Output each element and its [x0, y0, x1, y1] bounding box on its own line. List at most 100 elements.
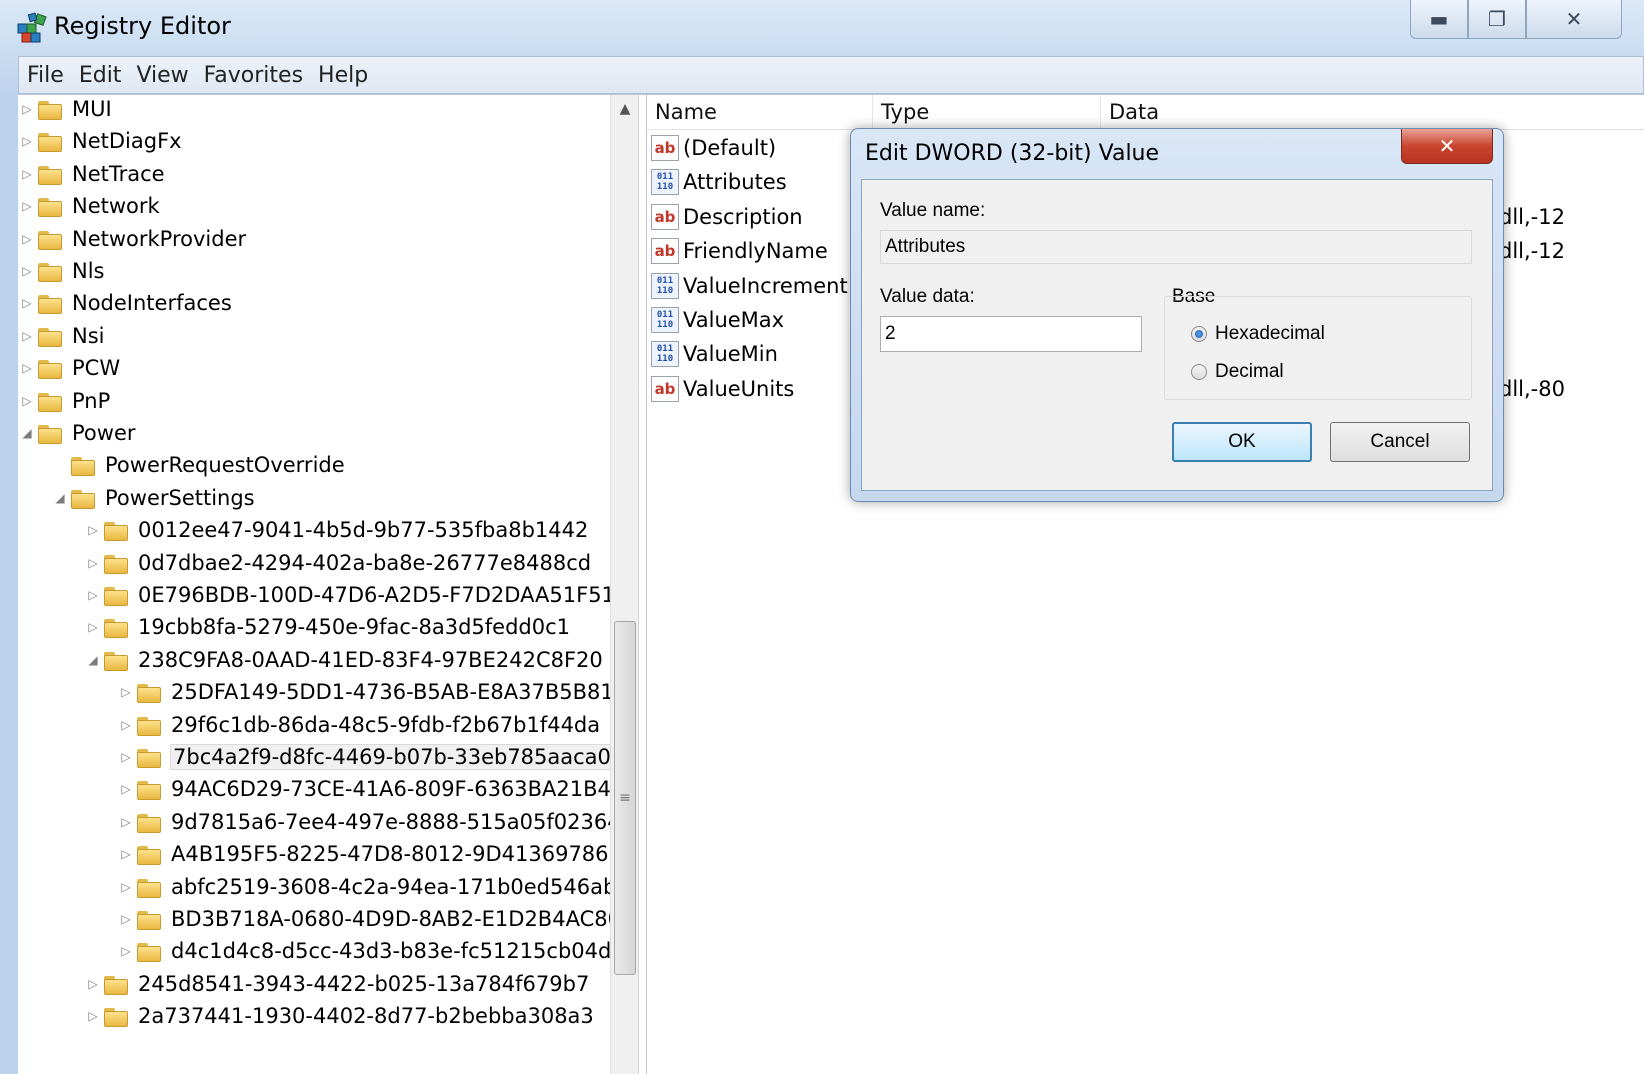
expand-arrow-icon[interactable]: ▷: [20, 232, 34, 246]
expand-arrow-icon[interactable]: ▷: [86, 977, 100, 991]
value-data-input[interactable]: 2: [880, 316, 1142, 352]
maximize-button[interactable]: ❐: [1468, 0, 1526, 39]
tree-item[interactable]: ◢ 238C9FA8-0AAD-41ED-83F4-97BE242C8F20: [86, 643, 602, 677]
tree-item[interactable]: PowerRequestOverride: [53, 448, 345, 482]
column-header-name[interactable]: Name: [647, 95, 873, 129]
tree-item-label: PCW: [72, 356, 121, 381]
tree-item[interactable]: ▷ 0d7dbae2-4294-402a-ba8e-26777e8488cd: [86, 546, 591, 580]
tree-item[interactable]: ▷ abfc2519-3608-4c2a-94ea-171b0ed546ab: [119, 870, 616, 904]
menu-edit[interactable]: Edit: [72, 63, 129, 88]
tree-item[interactable]: ◢ Power: [20, 416, 135, 450]
radio-hexadecimal[interactable]: Hexadecimal: [1191, 323, 1325, 345]
value-row[interactable]: ab (Default): [651, 131, 776, 165]
menu-file[interactable]: File: [20, 63, 71, 88]
expand-arrow-icon[interactable]: ▷: [119, 815, 133, 829]
expand-arrow-icon[interactable]: ▷: [20, 199, 34, 213]
expand-arrow-icon[interactable]: ▷: [20, 264, 34, 278]
tree-item-label: 0012ee47-9041-4b5d-9b77-535fba8b1442: [138, 518, 589, 543]
expand-arrow-icon[interactable]: ▷: [20, 394, 34, 408]
value-row[interactable]: ab Description: [651, 200, 803, 234]
tree-item[interactable]: ▷ 25DFA149-5DD1-4736-B5AB-E8A37B5B81: [119, 675, 613, 709]
cancel-button[interactable]: Cancel: [1330, 422, 1470, 462]
tree-item[interactable]: ▷ 29f6c1db-86da-48c5-9fdb-f2b67b1f44da: [119, 708, 600, 742]
expand-arrow-icon[interactable]: ▷: [119, 912, 133, 926]
menu-favorites[interactable]: Favorites: [197, 63, 310, 88]
expand-arrow-icon[interactable]: ▷: [20, 361, 34, 375]
tree-item[interactable]: ▷ 0E796BDB-100D-47D6-A2D5-F7D2DAA51F51: [86, 578, 615, 612]
tree-item[interactable]: ▷ MUI: [20, 95, 111, 126]
expand-arrow-icon[interactable]: ▷: [86, 556, 100, 570]
tree-item[interactable]: ◢ PowerSettings: [53, 481, 255, 515]
value-row[interactable]: ab ValueUnits: [651, 372, 794, 406]
collapse-arrow-icon[interactable]: ◢: [86, 653, 100, 667]
expand-arrow-icon[interactable]: ▷: [86, 1009, 100, 1023]
menu-help[interactable]: Help: [311, 63, 375, 88]
folder-icon: [137, 778, 161, 801]
menu-view[interactable]: View: [129, 63, 195, 88]
tree-item-label: 19cbb8fa-5279-450e-9fac-8a3d5fedd0c1: [138, 615, 570, 640]
expand-arrow-icon[interactable]: ▷: [20, 134, 34, 148]
tree-item-label: Nls: [72, 259, 105, 283]
tree-item[interactable]: ▷ 245d8541-3943-4422-b025-13a784f679b7: [86, 967, 589, 1001]
close-button[interactable]: ✕: [1526, 0, 1622, 39]
tree-item[interactable]: ▷ 2a737441-1930-4402-8d77-b2bebba308a3: [86, 999, 593, 1033]
tree-item[interactable]: ▷ PCW: [20, 351, 120, 385]
tree-item[interactable]: ▷ Nsi: [20, 319, 104, 353]
tree-item[interactable]: ▷ Nls: [20, 254, 104, 288]
radio-hexadecimal-label: Hexadecimal: [1215, 323, 1325, 344]
expand-arrow-icon[interactable]: ▷: [119, 718, 133, 732]
grip-icon: ≡: [619, 790, 631, 806]
folder-icon: [38, 325, 62, 347]
tree-item[interactable]: ▷ d4c1d4c8-d5cc-43d3-b83e-fc51215cb04d: [119, 934, 611, 968]
dialog-close-button[interactable]: ✕: [1401, 129, 1493, 164]
value-name: ValueUnits: [683, 376, 795, 401]
folder-icon: [104, 552, 128, 574]
folder-icon: [137, 876, 161, 898]
tree-item[interactable]: ▷ A4B195F5-8225-47D8-8012-9D41369786E: [119, 837, 621, 871]
tree-item[interactable]: ▷ Network: [20, 189, 159, 223]
tree-item[interactable]: ▷ PnP: [20, 384, 110, 418]
expand-arrow-icon[interactable]: ▷: [86, 588, 100, 602]
value-row[interactable]: ab FriendlyName: [651, 234, 828, 268]
tree-item[interactable]: ▷ 19cbb8fa-5279-450e-9fac-8a3d5fedd0c1: [86, 610, 570, 644]
dialog-title: Edit DWORD (32-bit) Value: [865, 141, 1160, 166]
tree-item[interactable]: ▷ NetworkProvider: [20, 222, 246, 256]
expand-arrow-icon[interactable]: ▷: [119, 750, 133, 764]
expand-arrow-icon[interactable]: ▷: [86, 523, 100, 537]
collapse-arrow-icon[interactable]: ◢: [20, 426, 34, 440]
tree-item-label: PowerSettings: [105, 485, 255, 510]
collapse-arrow-icon[interactable]: ◢: [53, 491, 67, 505]
tree-vertical-scrollbar[interactable]: ▲ ≡: [610, 95, 638, 1074]
tree-item[interactable]: ▷ BD3B718A-0680-4D9D-8AB2-E1D2B4AC80: [119, 902, 621, 936]
value-row[interactable]: 011 110 Attributes: [651, 165, 787, 199]
tree-item[interactable]: ▷ NetTrace: [20, 157, 164, 191]
expand-arrow-icon[interactable]: ▷: [119, 880, 133, 894]
title-bar[interactable]: Registry Editor ▬ ❐ ✕: [0, 0, 1644, 54]
expand-arrow-icon[interactable]: ▷: [119, 847, 133, 861]
tree-item[interactable]: ▷ 7bc4a2f9-d8fc-4469-b07b-33eb785aaca0: [119, 740, 614, 774]
expand-arrow-icon[interactable]: ▷: [119, 685, 133, 699]
expand-arrow-icon[interactable]: ▷: [20, 167, 34, 181]
value-row[interactable]: 011 110 ValueIncrement: [651, 269, 848, 303]
expand-arrow-icon[interactable]: ▷: [86, 620, 100, 634]
expand-arrow-icon[interactable]: ▷: [20, 296, 34, 310]
expand-arrow-icon[interactable]: ▷: [20, 329, 34, 343]
radio-decimal[interactable]: Decimal: [1191, 361, 1284, 383]
scroll-thumb[interactable]: ≡: [614, 621, 636, 975]
key-tree-pane[interactable]: ▷ 2a737441-1930-4402-8d77-b2bebba308a3 ▷ 24…: [18, 95, 639, 1074]
scroll-up-button[interactable]: ▲: [611, 95, 638, 123]
tree-item[interactable]: ▷ 0012ee47-9041-4b5d-9b77-535fba8b1442: [86, 513, 588, 547]
expand-arrow-icon[interactable]: ▷: [119, 944, 133, 958]
tree-item[interactable]: ▷ NetDiagFx: [20, 124, 181, 158]
ok-button[interactable]: OK: [1172, 422, 1312, 462]
value-row[interactable]: 011 110 ValueMin: [651, 337, 778, 371]
tree-item[interactable]: ▷ 9d7815a6-7ee4-497e-8888-515a05f02364: [119, 805, 620, 839]
tree-item[interactable]: ▷ NodeInterfaces: [20, 286, 231, 320]
column-header-type[interactable]: Type: [873, 95, 1101, 129]
expand-arrow-icon[interactable]: ▷: [119, 782, 133, 796]
tree-item[interactable]: ▷ 94AC6D29-73CE-41A6-809F-6363BA21B47: [119, 772, 624, 806]
value-row[interactable]: 011 110 ValueMax: [651, 303, 784, 337]
column-header-data[interactable]: Data: [1101, 95, 1644, 129]
minimize-button[interactable]: ▬: [1410, 0, 1468, 39]
expand-arrow-icon[interactable]: ▷: [20, 102, 34, 116]
